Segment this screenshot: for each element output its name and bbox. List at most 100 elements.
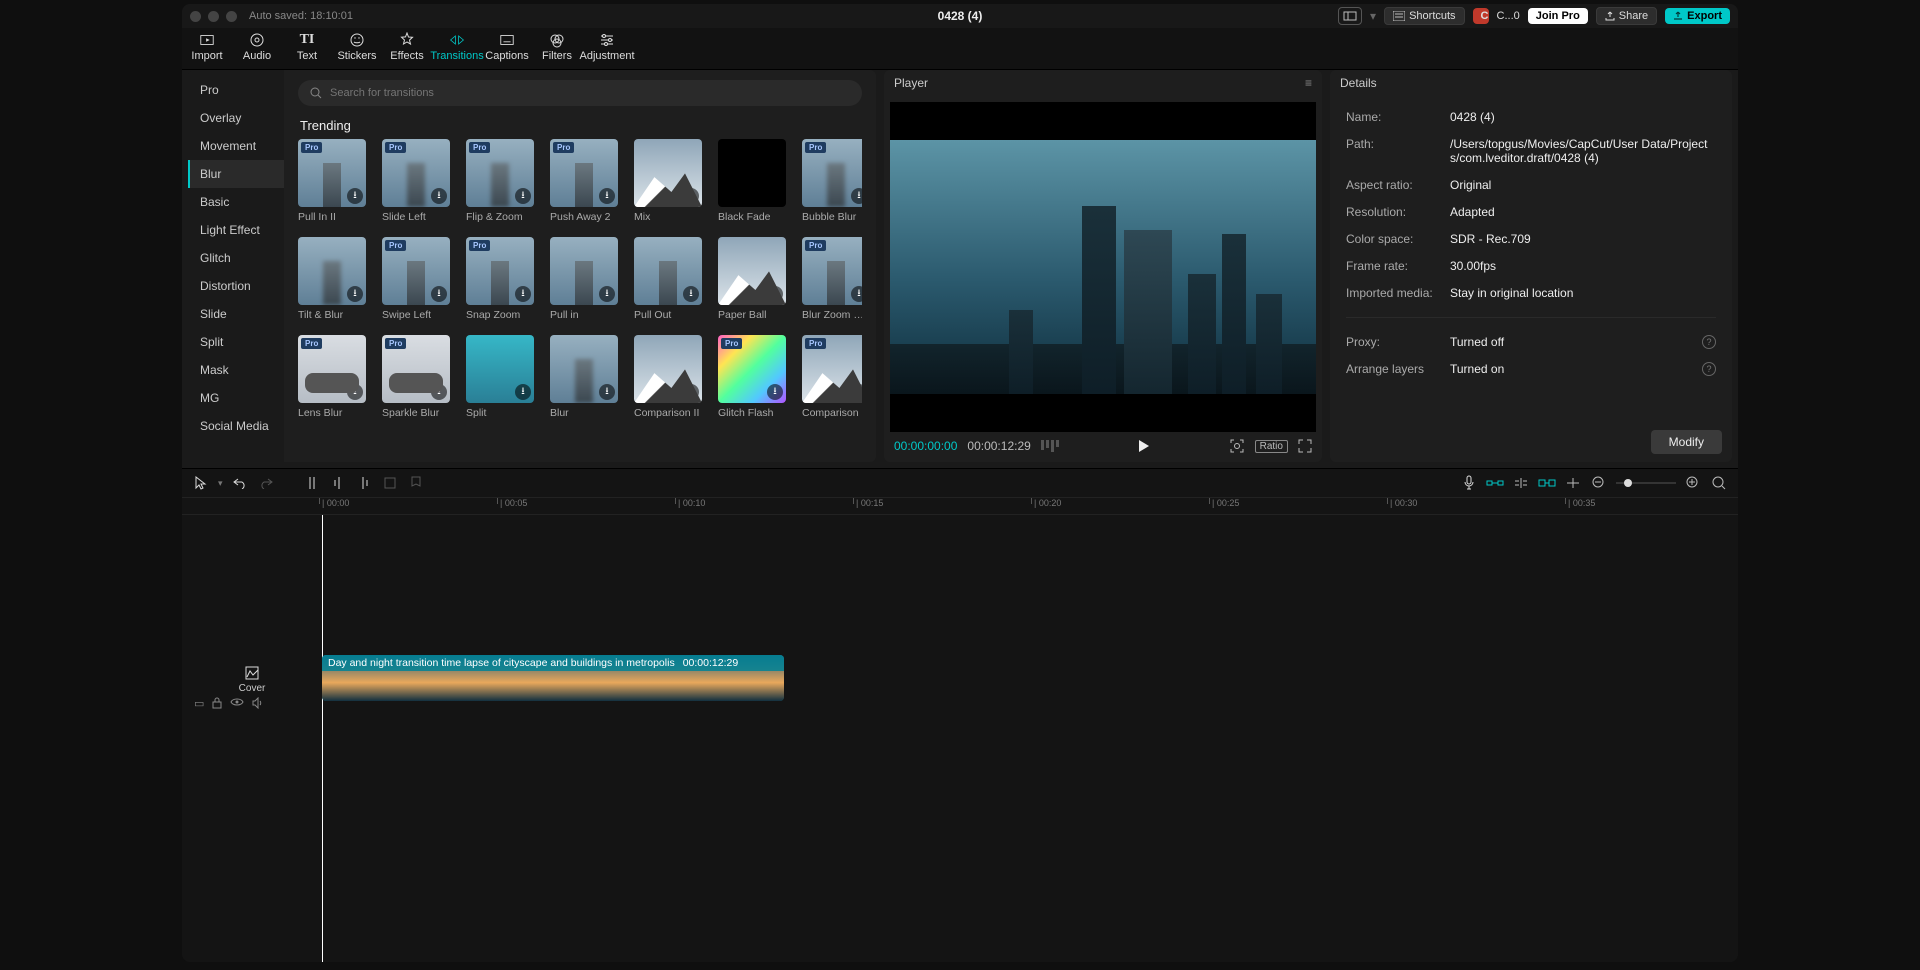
trim-right-tool[interactable]: [355, 474, 373, 492]
download-icon[interactable]: ⭳: [683, 384, 699, 400]
transition-item[interactable]: Pro⭳Sparkle Blur: [382, 335, 450, 419]
download-icon[interactable]: ⭳: [599, 286, 615, 302]
tab-transitions[interactable]: Transitions: [432, 28, 482, 62]
microphone-icon[interactable]: [1460, 474, 1478, 492]
transition-item[interactable]: ⭳Pull Out: [634, 237, 702, 321]
eye-icon[interactable]: [230, 697, 244, 710]
category-slide[interactable]: Slide: [188, 300, 284, 328]
aspect-toggle-icon[interactable]: ▭: [194, 697, 204, 710]
layout-toggle[interactable]: [1338, 7, 1362, 25]
video-clip[interactable]: Day and night transition time lapse of c…: [322, 655, 784, 701]
transition-item[interactable]: Pro⭳Slide Left: [382, 139, 450, 223]
transition-item[interactable]: ⭳Pull in: [550, 237, 618, 321]
trim-left-tool[interactable]: [329, 474, 347, 492]
transition-item[interactable]: Pro⭳Glitch Flash: [718, 335, 786, 419]
shortcuts-button[interactable]: Shortcuts: [1384, 7, 1464, 25]
window-controls[interactable]: [190, 11, 237, 22]
zoom-slider[interactable]: [1616, 474, 1676, 492]
download-icon[interactable]: ⭳: [683, 188, 699, 204]
timeline-ruler[interactable]: | 00:00| 00:05| 00:10| 00:15| 00:20| 00:…: [182, 497, 1738, 515]
download-icon[interactable]: ⭳: [431, 188, 447, 204]
ratio-button[interactable]: Ratio: [1255, 440, 1288, 453]
category-distortion[interactable]: Distortion: [188, 272, 284, 300]
tab-audio[interactable]: Audio: [232, 28, 282, 62]
tab-filters[interactable]: Filters: [532, 28, 582, 62]
zoom-out-icon[interactable]: [1590, 474, 1608, 492]
category-pro[interactable]: Pro: [188, 76, 284, 104]
transition-item[interactable]: ⭳Paper Ball: [718, 237, 786, 321]
player-menu-icon[interactable]: ≡: [1305, 76, 1312, 90]
transition-item[interactable]: ⭳Split: [466, 335, 534, 419]
transition-item[interactable]: Pro⭳Pull In II: [298, 139, 366, 223]
download-icon[interactable]: ⭳: [515, 188, 531, 204]
transition-item[interactable]: Pro⭳Bubble Blur: [802, 139, 862, 223]
download-icon[interactable]: ⭳: [767, 286, 783, 302]
user-avatar[interactable]: C: [1473, 8, 1489, 24]
magnet-main-icon[interactable]: [1486, 474, 1504, 492]
info-icon[interactable]: ?: [1702, 362, 1716, 376]
join-pro-button[interactable]: Join Pro: [1528, 8, 1588, 24]
playhead[interactable]: [322, 515, 323, 962]
category-mask[interactable]: Mask: [188, 356, 284, 384]
lock-icon[interactable]: [212, 697, 222, 710]
download-icon[interactable]: ⭳: [431, 286, 447, 302]
download-icon[interactable]: ⭳: [347, 188, 363, 204]
search-input[interactable]: [330, 87, 850, 99]
preview-mark-icon[interactable]: [1564, 474, 1582, 492]
player-preview[interactable]: [890, 102, 1316, 432]
cover-button[interactable]: Cover: [232, 665, 272, 694]
tab-stickers[interactable]: Stickers: [332, 28, 382, 62]
zoom-in-icon[interactable]: [1684, 474, 1702, 492]
download-icon[interactable]: ⭳: [851, 188, 862, 204]
category-glitch[interactable]: Glitch: [188, 244, 284, 272]
download-icon[interactable]: ⭳: [347, 286, 363, 302]
category-basic[interactable]: Basic: [188, 188, 284, 216]
transition-item[interactable]: Pro⭳Blur Zoom Out: [802, 237, 862, 321]
category-social-media[interactable]: Social Media: [188, 412, 284, 440]
tab-text[interactable]: TIText: [282, 28, 332, 62]
download-icon[interactable]: ⭳: [515, 384, 531, 400]
tab-import[interactable]: Import: [182, 28, 232, 62]
download-icon[interactable]: ⭳: [599, 188, 615, 204]
modify-button[interactable]: Modify: [1651, 430, 1722, 454]
transition-item[interactable]: ⭳Tilt & Blur: [298, 237, 366, 321]
search-field[interactable]: [298, 80, 862, 106]
minimize-window[interactable]: [208, 11, 219, 22]
transition-item[interactable]: Black Fade: [718, 139, 786, 223]
close-window[interactable]: [190, 11, 201, 22]
link-clips-icon[interactable]: [1538, 474, 1556, 492]
download-icon[interactable]: ⭳: [431, 384, 447, 400]
transition-item[interactable]: Pro⭳Snap Zoom: [466, 237, 534, 321]
transition-item[interactable]: Pro⭳Comparison: [802, 335, 862, 419]
maximize-window[interactable]: [226, 11, 237, 22]
download-icon[interactable]: ⭳: [851, 286, 862, 302]
transition-item[interactable]: Pro⭳Swipe Left: [382, 237, 450, 321]
export-button[interactable]: Export: [1665, 8, 1730, 24]
scale-icon[interactable]: [1229, 438, 1245, 454]
snap-align-icon[interactable]: [1512, 474, 1530, 492]
transition-item[interactable]: ⭳Comparison II: [634, 335, 702, 419]
download-icon[interactable]: ⭳: [599, 384, 615, 400]
category-blur[interactable]: Blur: [188, 160, 284, 188]
info-icon[interactable]: ?: [1702, 335, 1716, 349]
transition-item[interactable]: Pro⭳Lens Blur: [298, 335, 366, 419]
transition-item[interactable]: Pro⭳Flip & Zoom: [466, 139, 534, 223]
split-tool[interactable]: [303, 474, 321, 492]
category-overlay[interactable]: Overlay: [188, 104, 284, 132]
download-icon[interactable]: ⭳: [515, 286, 531, 302]
marker-tool[interactable]: [407, 474, 425, 492]
transition-item[interactable]: Pro⭳Push Away 2: [550, 139, 618, 223]
tab-adjustment[interactable]: Adjustment: [582, 28, 632, 62]
transition-item[interactable]: ⭳Blur: [550, 335, 618, 419]
pointer-tool[interactable]: [192, 474, 210, 492]
redo-button[interactable]: [257, 474, 275, 492]
category-mg[interactable]: MG: [188, 384, 284, 412]
transition-item[interactable]: ⭳Mix: [634, 139, 702, 223]
zoom-fit-icon[interactable]: [1710, 474, 1728, 492]
selection-tool[interactable]: [381, 474, 399, 492]
undo-button[interactable]: [231, 474, 249, 492]
timeline-tracks[interactable]: Day and night transition time lapse of c…: [282, 515, 1738, 962]
speaker-icon[interactable]: [252, 697, 264, 710]
share-button[interactable]: Share: [1596, 7, 1657, 25]
download-icon[interactable]: ⭳: [851, 384, 862, 400]
